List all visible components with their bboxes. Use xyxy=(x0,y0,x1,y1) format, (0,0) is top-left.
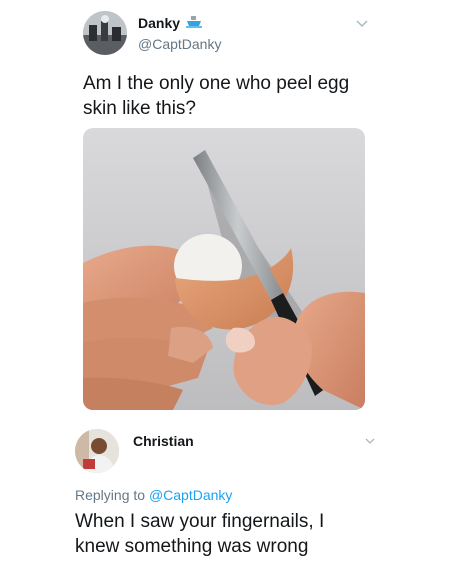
reply-chevron-down-icon[interactable] xyxy=(365,435,375,447)
reply-author-name[interactable]: Christian xyxy=(133,433,194,449)
author-handle[interactable]: @CaptDanky xyxy=(138,36,221,52)
author-avatar-image xyxy=(83,11,127,55)
chevron-down-icon[interactable] xyxy=(356,18,368,30)
replying-to-handle-link[interactable]: @CaptDanky xyxy=(149,487,232,503)
replying-to-line: Replying to @CaptDanky xyxy=(75,487,232,503)
reply-author-avatar[interactable] xyxy=(75,429,119,473)
author-name[interactable]: Danky xyxy=(138,15,180,31)
egg-peeling-photo xyxy=(83,128,365,410)
tweet-text: Am I the only one who peel egg skin like… xyxy=(83,73,350,119)
reply-text: When I saw your fingernails, I knew some… xyxy=(75,511,325,557)
author-name-row: Danky xyxy=(138,15,203,33)
reply-avatar-image xyxy=(75,429,119,473)
replying-to-prefix: Replying to xyxy=(75,487,149,503)
tweet-media[interactable] xyxy=(83,128,365,410)
ship-emoji-icon xyxy=(186,15,203,33)
author-avatar[interactable] xyxy=(83,11,127,55)
